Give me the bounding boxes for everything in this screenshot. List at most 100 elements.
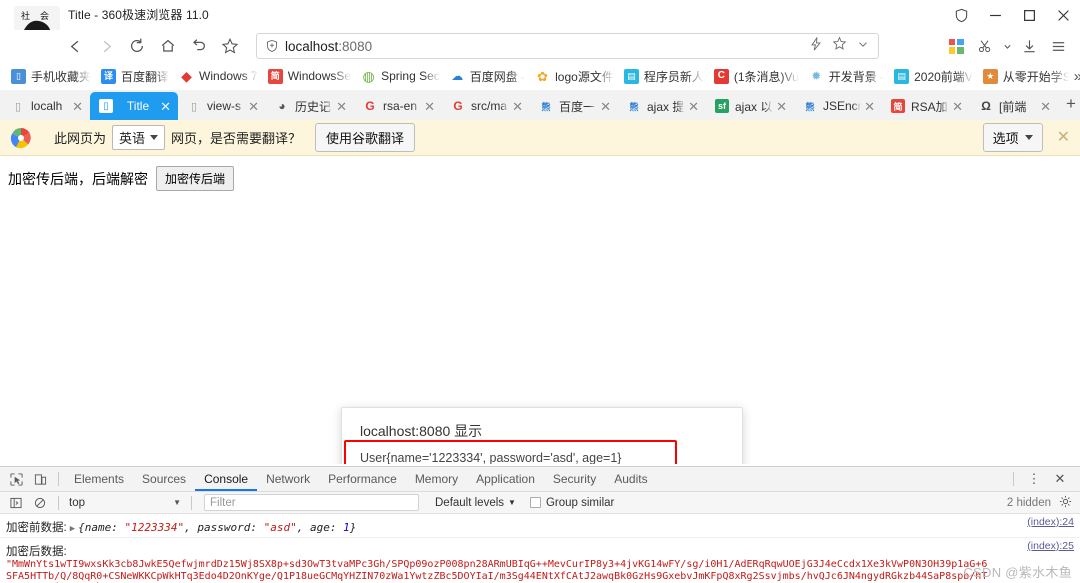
- tab-close-icon[interactable]: ✕: [245, 100, 262, 113]
- console-row[interactable]: 加密后数据: "MmWnYts1wTI9wxsKk3cb8JwkE5Qefwjmr…: [0, 538, 1080, 583]
- back-icon[interactable]: [60, 32, 90, 60]
- console-row[interactable]: 加密前数据: ▶ {name: "1223334", password: "asd"…: [0, 514, 1080, 538]
- devtools-tab-audits[interactable]: Audits: [605, 467, 656, 491]
- tab-close-icon[interactable]: ✕: [949, 100, 966, 113]
- bookmark-item[interactable]: ★ 从零开始学S: [978, 65, 1074, 87]
- console-source-link[interactable]: (index):24: [1027, 516, 1074, 528]
- reload-icon[interactable]: [122, 32, 152, 60]
- bookmark-icon: ✿: [537, 68, 549, 84]
- tab-baidu[interactable]: 熊百度一 ✕: [530, 92, 618, 120]
- gear-icon[interactable]: [1059, 495, 1072, 511]
- chevron-down-icon[interactable]: [856, 37, 870, 56]
- flash-icon[interactable]: [809, 35, 823, 56]
- language-select[interactable]: 英语: [112, 125, 166, 150]
- inspect-element-icon[interactable]: [4, 468, 28, 490]
- tab-close-icon[interactable]: ✕: [861, 100, 878, 113]
- console-source-link[interactable]: (index):25: [1027, 540, 1074, 552]
- tab-close-icon[interactable]: ✕: [597, 100, 614, 113]
- devtools-more-icon[interactable]: ⋮: [1022, 468, 1046, 490]
- extensions-icon[interactable]: [943, 32, 969, 60]
- tab-localhost[interactable]: ▯ localh ✕: [2, 92, 90, 120]
- bookmark-item[interactable]: 译百度翻译: [96, 65, 174, 87]
- tab-rsa-encrypt[interactable]: 简 RSA加 ✕: [882, 92, 970, 120]
- home-icon[interactable]: [153, 32, 183, 60]
- log-level-select[interactable]: Default levels ▼: [435, 497, 516, 509]
- devtools-tab-performance[interactable]: Performance: [319, 467, 406, 491]
- menu-icon[interactable]: [1045, 32, 1071, 60]
- devtools-tab-application[interactable]: Application: [467, 467, 544, 491]
- devtools-tab-elements[interactable]: Elements: [65, 467, 133, 491]
- download-icon[interactable]: [1016, 32, 1042, 60]
- devtools-tab-sources[interactable]: Sources: [133, 467, 195, 491]
- devtools-close-icon[interactable]: ✕: [1048, 468, 1072, 490]
- translate-options-button[interactable]: 选项: [982, 123, 1043, 152]
- tab-close-icon[interactable]: ✕: [157, 100, 174, 113]
- bookmark-item[interactable]: ✹ 开发背景 -: [804, 65, 889, 87]
- bookmark-label: Windows 7: [199, 69, 258, 83]
- scissors-dropdown-icon[interactable]: [1001, 32, 1013, 60]
- tab-ajax-2[interactable]: sf ajax 以 ✕: [706, 92, 794, 120]
- window-title: Title - 360极速浏览器 11.0: [68, 8, 209, 22]
- devtools-tab-security[interactable]: Security: [544, 467, 605, 491]
- history-back-icon[interactable]: [184, 32, 214, 60]
- bookmark-item[interactable]: ▤ 2020前端V: [889, 65, 978, 87]
- console-encrypted-value: "MmWnYts1wTI9wxsKk3cb8JwkE5QefwjmrdDz15W…: [6, 559, 988, 583]
- minimize-button[interactable]: [978, 0, 1012, 30]
- device-toolbar-icon[interactable]: [28, 468, 52, 490]
- tab-title[interactable]: ▯ Title ✕: [90, 92, 178, 120]
- address-bar[interactable]: localhost:8080: [256, 33, 879, 59]
- bookmark-item[interactable]: ✿ logo源文件: [530, 65, 619, 87]
- console-object: {name: "1223334", password: "asd", age: …: [78, 521, 356, 534]
- tab-rsa-en[interactable]: Grsa-en ✕: [354, 92, 442, 120]
- bookmarks-overflow-icon[interactable]: »: [1074, 68, 1080, 85]
- bookmark-item[interactable]: ▯ 手机收藏夹: [6, 65, 96, 87]
- maximize-button[interactable]: [1012, 0, 1046, 30]
- group-similar-toggle[interactable]: Group similar: [529, 497, 614, 509]
- bookmark-item[interactable]: ▤ 程序员新人: [619, 65, 709, 87]
- star-icon[interactable]: [832, 36, 847, 56]
- tab-frontend[interactable]: Ω [前端 ✕: [970, 92, 1058, 120]
- bookmark-item[interactable]: ◍ Spring Sec: [356, 65, 445, 87]
- console-filter-input[interactable]: Filter: [204, 494, 419, 511]
- translate-suffix: 网页，是否需要翻译？: [171, 131, 302, 146]
- scissors-icon[interactable]: [972, 32, 998, 60]
- bookmark-label: Spring Sec: [381, 69, 440, 83]
- tab-close-icon[interactable]: ✕: [333, 100, 350, 113]
- tab-close-icon[interactable]: ✕: [69, 100, 86, 113]
- expand-arrow-icon[interactable]: ▶: [67, 524, 78, 534]
- tab-close-icon[interactable]: ✕: [685, 100, 702, 113]
- console-row-label: 加密前数据:: [6, 522, 67, 534]
- console-sidebar-icon[interactable]: [4, 492, 28, 514]
- bookmark-item[interactable]: ☁ 百度网盘 -: [445, 65, 530, 87]
- bookmark-item[interactable]: C (1条消息)Vu: [709, 65, 804, 87]
- tab-ajax-1[interactable]: 熊 ajax 提 ✕: [618, 92, 706, 120]
- tab-close-icon[interactable]: ✕: [509, 100, 526, 113]
- devtools-tab-console[interactable]: Console: [195, 467, 257, 491]
- clear-console-icon[interactable]: [28, 492, 52, 514]
- bookmark-icon: 译: [101, 68, 117, 84]
- tab-jsencrypt[interactable]: 熊 JSEncr ✕: [794, 92, 882, 120]
- encrypt-send-button[interactable]: 加密传后端: [156, 166, 235, 191]
- tab-close-icon[interactable]: ✕: [421, 100, 438, 113]
- tab-history[interactable]: ◕ 历史记 ✕: [266, 92, 354, 120]
- close-button[interactable]: [1046, 0, 1080, 30]
- use-google-translate-button[interactable]: 使用谷歌翻译: [315, 123, 416, 152]
- translate-close-icon[interactable]: ✕: [1057, 129, 1070, 146]
- page-icon: ▯: [14, 100, 22, 113]
- bookmark-star-icon[interactable]: [215, 32, 245, 60]
- tab-src-main[interactable]: Gsrc/ma ✕: [442, 92, 530, 120]
- bookmark-item[interactable]: 简 WindowsSe: [263, 65, 356, 87]
- tab-close-icon[interactable]: ✕: [773, 100, 790, 113]
- devtools-tab-memory[interactable]: Memory: [406, 467, 467, 491]
- devtools-tab-network[interactable]: Network: [257, 467, 319, 491]
- devtools-tab-actions: ⋮ ✕: [1007, 468, 1080, 490]
- new-tab-button[interactable]: +: [1058, 94, 1080, 116]
- group-similar-checkbox[interactable]: [529, 497, 541, 508]
- shield-icon[interactable]: [944, 0, 978, 30]
- forward-icon[interactable]: [91, 32, 121, 60]
- bookmark-icon: ◆: [181, 68, 192, 84]
- execution-context-select[interactable]: top ▼: [65, 497, 185, 509]
- tab-close-icon[interactable]: ✕: [1037, 100, 1054, 113]
- bookmark-item[interactable]: ◆ Windows 7: [174, 65, 263, 87]
- tab-view-source[interactable]: ▯ view-s ✕: [178, 92, 266, 120]
